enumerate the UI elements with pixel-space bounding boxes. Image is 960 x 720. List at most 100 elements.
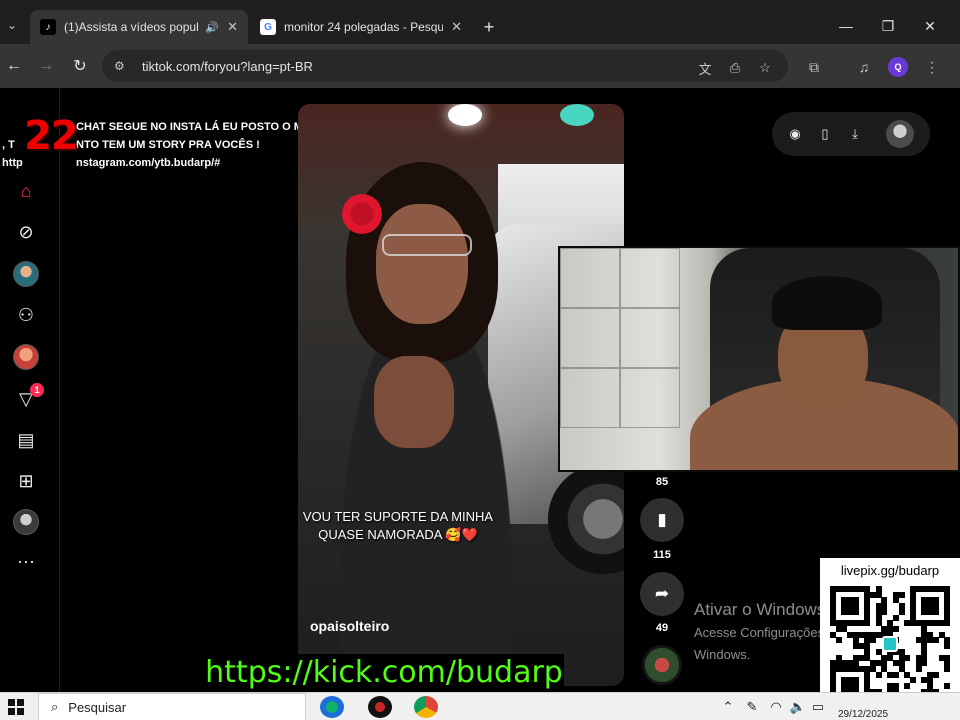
qr-label: livepix.gg/budarp [840, 563, 940, 578]
browser-tab-strip: ⌄ ♪ (1)Assista a vídeos populare 🔊 ✕ G m… [0, 0, 960, 44]
save-count: 115 [653, 549, 671, 561]
forward-button[interactable]: → [32, 52, 60, 80]
minimize-button[interactable]: — [824, 10, 868, 42]
live-avatar[interactable] [13, 344, 39, 370]
tab-title: (1)Assista a vídeos populare [64, 20, 199, 34]
activation-line: Windows. [694, 647, 751, 662]
avatar [13, 261, 39, 287]
download-icon[interactable]: ⤓ [844, 123, 866, 145]
chrome-icon[interactable] [414, 696, 438, 718]
qr-module [892, 614, 899, 621]
activation-title: Ativar o Windows [694, 600, 826, 619]
tab-title: monitor 24 polegadas - Pesquis [284, 20, 444, 34]
qr-module [910, 677, 916, 684]
tab-tiktok[interactable]: ♪ (1)Assista a vídeos populare 🔊 ✕ [30, 10, 248, 44]
speaker-icon[interactable]: 🔊 [205, 21, 219, 34]
qr-module [944, 620, 951, 627]
kick-url-overlay: https://kick.com/budarp [204, 654, 564, 692]
wall-tile [620, 368, 680, 428]
profile-avatar[interactable]: Q [888, 57, 908, 77]
keyboard-icon[interactable]: ▭ [808, 698, 828, 716]
qr-module [944, 666, 951, 672]
following-avatar[interactable] [13, 261, 39, 287]
chat-line: nstagram.com/ytb.budarp/# [76, 157, 221, 169]
taskbar-search[interactable]: ⌕ Pesquisar [38, 693, 306, 720]
chat-line: NTO TEM UM STORY PRA VOCÊS ! [76, 139, 260, 151]
qr-module [904, 683, 911, 690]
new-tab-button[interactable]: + [478, 14, 500, 40]
wifi-icon[interactable]: ◠ [766, 698, 786, 716]
avatar [13, 509, 39, 535]
plus-square-icon[interactable]: ⊞ [13, 468, 39, 494]
qr-code [830, 586, 951, 692]
wall-tile [620, 308, 680, 368]
face-shape [376, 204, 468, 324]
qr-module [944, 683, 951, 690]
tab-search-chevron-icon[interactable]: ⌄ [2, 12, 22, 38]
install-app-icon[interactable]: ⎙ [724, 57, 746, 79]
friends-icon[interactable]: ⚇ [13, 302, 39, 328]
windows-start-icon[interactable] [8, 699, 24, 715]
home-icon[interactable]: ⌂ [13, 178, 39, 204]
video-tools-pill: ◉ ▯ ⤓ [772, 112, 930, 156]
video-caption: VOU TER SUPORTE DA MINHA QUASE NAMORADA … [298, 508, 498, 544]
webcam-overlay [558, 246, 960, 472]
comment-icon[interactable]: ▤ [13, 427, 39, 453]
qr-module [870, 637, 876, 644]
menu-kebab-icon[interactable]: ⋮ [920, 56, 944, 78]
close-tab-icon[interactable]: ✕ [227, 19, 238, 35]
media-controls-icon[interactable]: ♫ [852, 56, 876, 78]
qr-module [915, 666, 922, 672]
notification-badge: 1 [30, 383, 44, 397]
qr-module [932, 637, 939, 644]
tray-chevron-icon[interactable]: ⌃ [718, 698, 738, 716]
glasses-shape [382, 234, 472, 256]
avatar [13, 344, 39, 370]
restore-button[interactable]: ❐ [866, 10, 910, 42]
translate-icon[interactable]: 文 [694, 57, 716, 79]
qr-module [881, 608, 888, 615]
edge-icon[interactable] [320, 696, 344, 718]
tab-google-search[interactable]: G monitor 24 polegadas - Pesquis ✕ [250, 10, 472, 44]
video-author[interactable]: opaisolteiro [310, 618, 389, 634]
qr-module [892, 671, 899, 678]
user-avatar[interactable] [886, 120, 914, 148]
site-info-icon[interactable]: ⚙ [114, 59, 130, 73]
profile-initial: Q [894, 62, 902, 72]
bookmark-star-icon[interactable]: ☆ [754, 57, 776, 79]
address-bar[interactable]: ⚙ tiktok.com/foryou?lang=pt-BR 文 ⎙ ☆ [102, 50, 788, 82]
volume-icon[interactable]: 🔈 [788, 698, 808, 716]
bookmark-icon[interactable]: ▮ [640, 498, 684, 542]
qr-module [904, 654, 911, 661]
share-icon[interactable]: ➦ [640, 572, 684, 616]
back-button[interactable]: ← [0, 52, 28, 80]
url-text[interactable]: tiktok.com/foryou?lang=pt-BR [142, 59, 313, 74]
search-placeholder: Pesquisar [68, 699, 127, 715]
profile-avatar[interactable] [13, 509, 39, 535]
obs-icon[interactable] [368, 696, 392, 718]
music-disc-icon[interactable] [642, 645, 682, 685]
close-tab-icon[interactable]: ✕ [451, 19, 462, 35]
phone-icon[interactable]: ▯ [814, 123, 836, 145]
chat-line: , T [2, 139, 15, 151]
lamp-light [560, 104, 594, 126]
compass-icon[interactable]: ⊘ [13, 219, 39, 245]
qr-module [875, 671, 882, 678]
caption-line: VOU TER SUPORTE DA MINHA [302, 509, 494, 524]
qr-module [932, 608, 939, 615]
flower-shape [342, 194, 382, 234]
extensions-icon[interactable]: ⧉ [802, 56, 826, 78]
livepix-logo-icon [882, 636, 898, 652]
tiktok-coin-icon[interactable]: ◉ [784, 123, 806, 145]
reload-button[interactable]: ↻ [66, 52, 94, 80]
qr-module [892, 626, 899, 632]
lamp-light [448, 104, 482, 126]
qr-module [932, 671, 939, 678]
wall-tile [560, 368, 620, 428]
hand-shape [374, 356, 454, 448]
qr-module [898, 608, 905, 615]
close-window-button[interactable]: ✕ [908, 10, 952, 42]
more-icon[interactable]: ··· [13, 548, 39, 574]
taskbar-date: 29/12/2025 [838, 709, 889, 720]
pen-icon[interactable]: ✎ [742, 698, 762, 716]
